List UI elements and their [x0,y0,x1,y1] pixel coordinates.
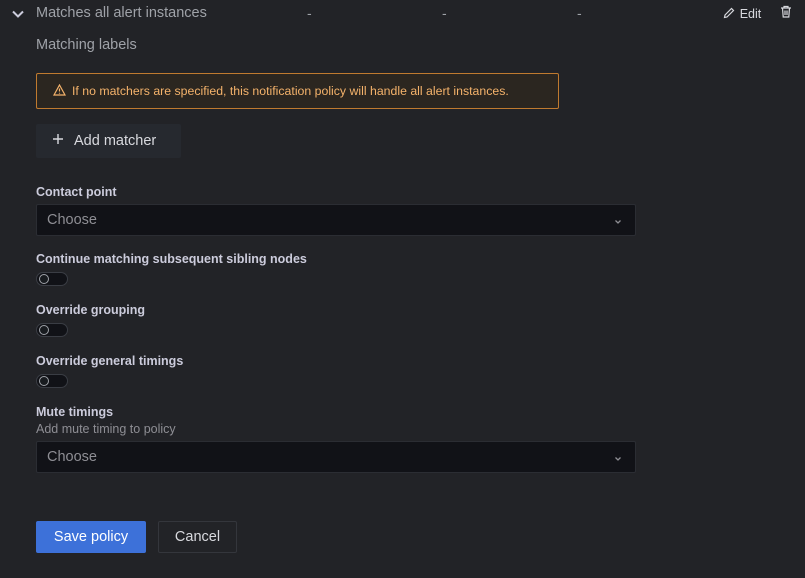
policy-timing-value: - [577,5,582,21]
trash-icon [780,5,792,23]
mute-timings-select[interactable]: Choose [36,441,636,473]
policy-row-header: Matches all alert instances - - - Edit [0,0,805,28]
warning-text: If no matchers are specified, this notif… [72,84,509,98]
contact-point-label: Contact point [36,185,117,199]
override-grouping-label: Override grouping [36,303,146,317]
contact-point-select[interactable]: Choose [36,204,636,236]
toggle-knob [39,274,49,284]
override-timings-toggle[interactable] [36,374,68,388]
add-matcher-button[interactable]: Add matcher [36,124,181,158]
mute-timings-placeholder: Choose [47,449,97,465]
cancel-button[interactable]: Cancel [158,521,237,553]
pencil-icon [723,7,735,22]
warning-triangle-icon [52,83,67,99]
contact-point-placeholder: Choose [47,212,97,228]
mute-timings-label: Mute timings [36,405,114,419]
add-matcher-label: Add matcher [74,133,157,149]
delete-button[interactable] [775,3,797,25]
chevron-down-icon[interactable] [7,4,29,24]
override-timings-label: Override general timings [36,354,184,368]
chevron-down-icon [613,215,623,231]
chevron-down-icon [613,452,623,468]
continue-matching-toggle[interactable] [36,272,68,286]
plus-icon [52,133,64,149]
no-matchers-warning: If no matchers are specified, this notif… [36,73,559,109]
save-policy-button[interactable]: Save policy [36,521,146,553]
mute-timings-description: Add mute timing to policy [36,422,176,436]
continue-matching-label: Continue matching subsequent sibling nod… [36,252,307,266]
policy-grouping-value: - [442,5,447,21]
policy-editor-panel: Matches all alert instances - - - Edit M… [0,0,805,578]
edit-button[interactable]: Edit [713,2,771,26]
edit-button-label: Edit [739,7,762,21]
policy-row-title: Matches all alert instances [36,5,207,21]
toggle-knob [39,376,49,386]
override-grouping-toggle[interactable] [36,323,68,337]
policy-contact-value: - [307,5,312,21]
matching-labels-heading: Matching labels [36,37,137,53]
toggle-knob [39,325,49,335]
